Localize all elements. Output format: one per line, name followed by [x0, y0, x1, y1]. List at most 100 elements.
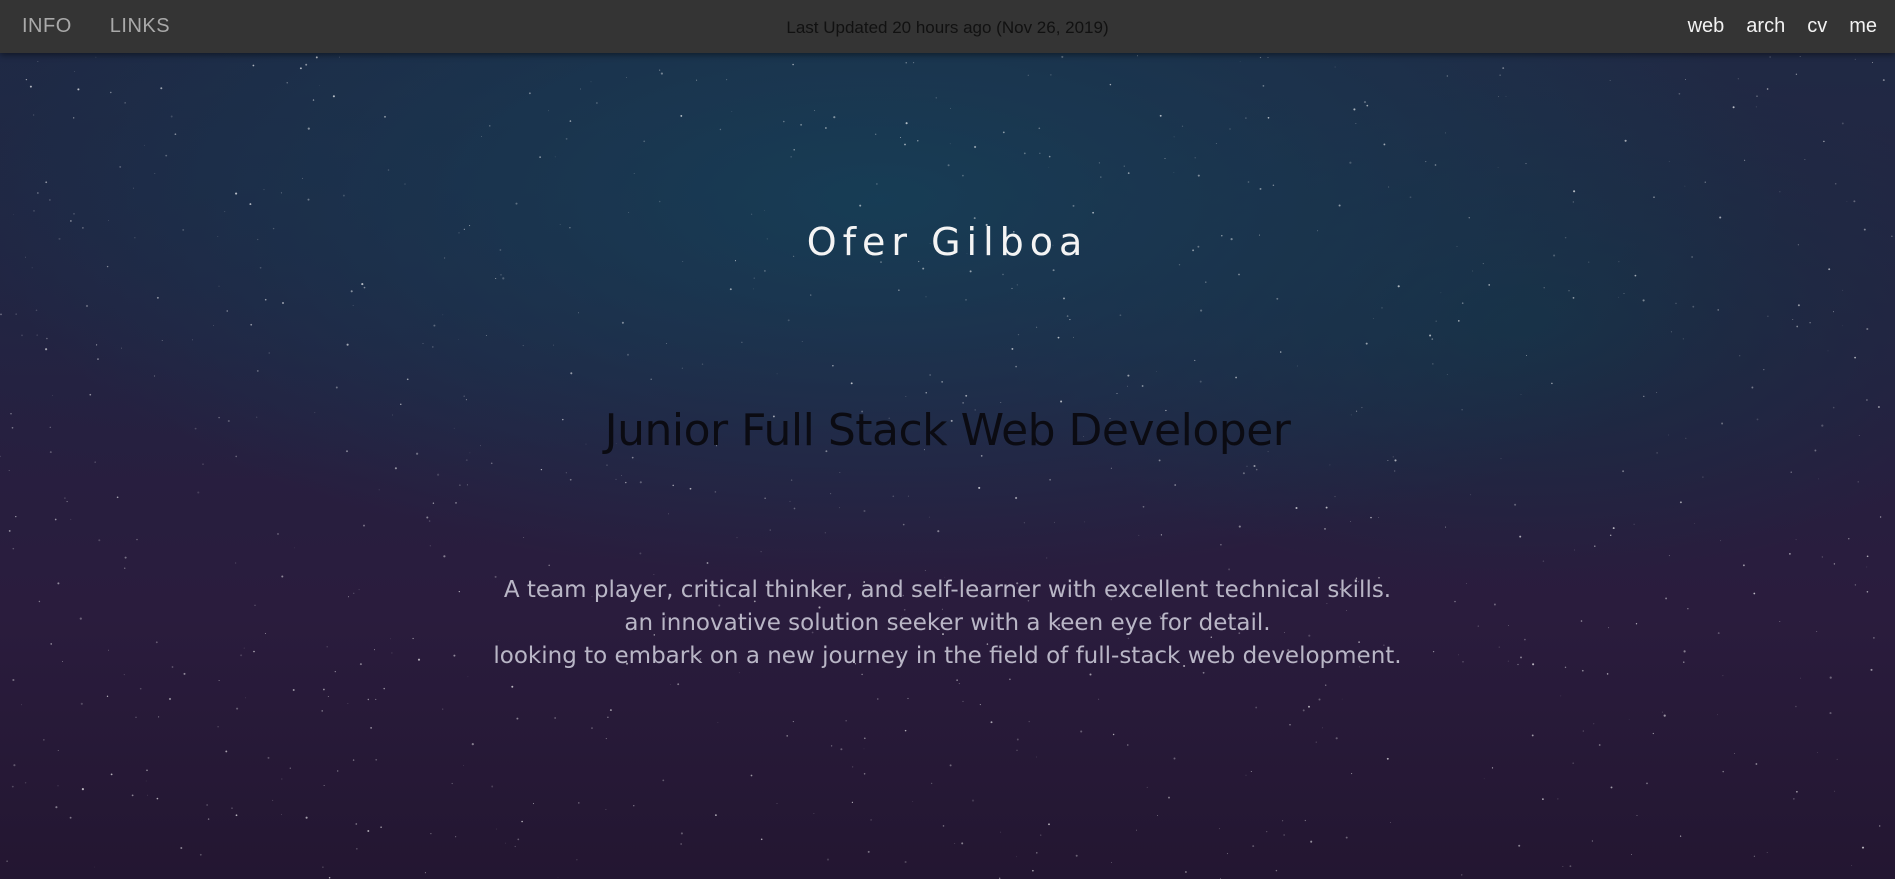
- star: [1663, 714, 1666, 717]
- star: [387, 169, 390, 171]
- star: [131, 794, 134, 797]
- star: [1092, 211, 1094, 214]
- star: [677, 683, 680, 686]
- star: [1670, 331, 1672, 333]
- star: [639, 552, 642, 555]
- star: [1500, 458, 1502, 460]
- star: [37, 192, 39, 194]
- nav-cv-link[interactable]: cv: [1807, 15, 1827, 38]
- star: [85, 304, 89, 308]
- star: [1722, 675, 1724, 677]
- star: [321, 710, 323, 712]
- star: [1795, 539, 1797, 541]
- star: [1842, 289, 1844, 291]
- star: [202, 463, 204, 465]
- star: [467, 676, 469, 678]
- star: [1084, 521, 1085, 523]
- star: [1158, 459, 1161, 462]
- star: [1245, 774, 1247, 776]
- star: [1394, 459, 1397, 462]
- star: [569, 478, 572, 481]
- hero-bio: A team player, critical thinker, and sel…: [0, 574, 1895, 673]
- star: [1334, 66, 1336, 68]
- star: [1228, 568, 1231, 571]
- star: [905, 396, 907, 398]
- star: [1039, 152, 1041, 154]
- star: [465, 399, 467, 401]
- star: [165, 154, 168, 157]
- star: [161, 339, 163, 341]
- star: [1692, 305, 1695, 308]
- star: [89, 393, 92, 396]
- star: [339, 56, 340, 58]
- nav-arch-link[interactable]: arch: [1746, 15, 1785, 38]
- star: [35, 309, 38, 312]
- star: [1569, 865, 1572, 868]
- star: [335, 386, 338, 389]
- star: [870, 819, 872, 821]
- star: [1194, 157, 1196, 159]
- star: [160, 87, 163, 90]
- star: [731, 111, 733, 113]
- star: [1215, 143, 1217, 144]
- star: [539, 156, 541, 158]
- hero-name: Ofer Gilboa: [806, 220, 1089, 265]
- star: [662, 779, 665, 782]
- star: [1275, 869, 1278, 872]
- star: [859, 204, 862, 207]
- star: [814, 110, 816, 111]
- star: [119, 165, 122, 168]
- star: [268, 352, 270, 354]
- star: [1432, 363, 1434, 365]
- star: [680, 843, 682, 845]
- star: [1519, 535, 1522, 538]
- star: [199, 853, 202, 856]
- star: [659, 69, 661, 71]
- star: [790, 156, 792, 158]
- star: [1646, 782, 1648, 785]
- star: [235, 814, 238, 817]
- star: [1488, 284, 1491, 286]
- star: [717, 722, 719, 724]
- star: [21, 704, 22, 706]
- star: [1159, 114, 1162, 117]
- star: [124, 556, 127, 559]
- nav-me-link[interactable]: me: [1849, 15, 1877, 38]
- star: [0, 455, 1, 458]
- star: [24, 782, 27, 784]
- star: [217, 725, 219, 728]
- star: [1366, 104, 1369, 107]
- star: [367, 830, 370, 832]
- star: [1809, 322, 1811, 324]
- star: [1023, 522, 1025, 524]
- star: [905, 122, 908, 125]
- star: [11, 785, 14, 788]
- star: [80, 702, 83, 705]
- star: [1126, 385, 1129, 387]
- nav-web-link[interactable]: web: [1688, 15, 1725, 38]
- star: [1036, 326, 1038, 328]
- star: [267, 756, 270, 759]
- star: [1325, 684, 1327, 686]
- star: [666, 343, 667, 344]
- star: [596, 102, 598, 104]
- star: [424, 872, 426, 874]
- star: [1378, 516, 1380, 519]
- nav-links-link[interactable]: LINKS: [110, 15, 170, 38]
- star: [1598, 744, 1601, 746]
- star: [36, 334, 38, 336]
- star: [680, 114, 683, 117]
- nav-info-link[interactable]: INFO: [22, 15, 72, 38]
- star: [1661, 711, 1663, 713]
- star: [1734, 753, 1736, 755]
- star: [639, 481, 642, 484]
- star: [1573, 190, 1576, 193]
- star: [158, 716, 160, 718]
- star: [961, 842, 964, 845]
- star: [110, 773, 113, 776]
- star: [863, 773, 866, 775]
- star: [57, 749, 59, 751]
- star: [1653, 196, 1655, 198]
- star: [123, 674, 125, 676]
- star: [971, 799, 975, 802]
